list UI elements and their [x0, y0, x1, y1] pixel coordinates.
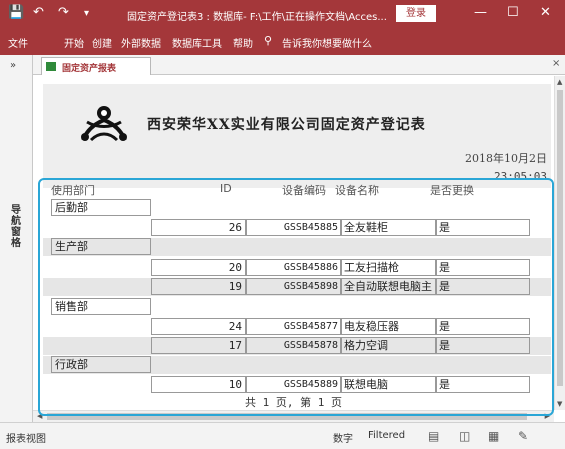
close-document-icon[interactable]: × — [552, 58, 560, 69]
filter-indicator: Filtered — [368, 430, 406, 441]
cell-name: 联想电脑 — [341, 376, 436, 393]
tab-external-data[interactable]: 外部数据 — [121, 35, 161, 50]
table-row: 10 GSSB45889 联想电脑 是 — [43, 376, 551, 394]
maximize-icon[interactable]: ☐ — [507, 5, 519, 20]
table-row: 17 GSSB45878 格力空调 是 — [43, 337, 551, 355]
cell-code: GSSB45889 — [246, 376, 341, 393]
table-row: 19 GSSB45898 全自动联想电脑主 是 — [43, 278, 551, 296]
table-row: 26 GSSB45885 全友鞋柜 是 — [43, 219, 551, 237]
cell-code: GSSB45877 — [246, 318, 341, 335]
vertical-scrollbar[interactable]: ▲ ▼ — [554, 76, 565, 410]
column-headers: 使用部门 ID 设备编码 设备名称 是否更换 — [33, 180, 554, 198]
numlock-indicator: 数字 — [333, 434, 353, 445]
tab-database-tools[interactable]: 数据库工具 — [172, 35, 222, 50]
cell-id: 24 — [151, 318, 246, 335]
cell-replace: 是 — [436, 376, 530, 393]
report-header: 西安荣华XX实业有限公司固定资产登记表 2018年10月2日 23:05:03 — [43, 84, 551, 188]
cell-replace: 是 — [436, 278, 530, 295]
report-tab-label: 固定资产报表 — [62, 64, 117, 74]
group-header: 后勤部 — [43, 199, 551, 217]
cell-name: 电友稳压器 — [341, 318, 436, 335]
navigation-pane: » 导航窗格 — [0, 55, 33, 422]
tab-help[interactable]: 帮助 — [233, 35, 253, 50]
cell-name: 全自动联想电脑主 — [341, 278, 436, 295]
column-header-id: ID — [220, 182, 232, 195]
window-title: 固定资产登记表3 : 数据库- F:\工作\正在操作文档\Acces... — [127, 12, 387, 23]
column-header-name: 设备名称 — [335, 184, 379, 197]
table-row: 20 GSSB45886 工友扫描枪 是 — [43, 259, 551, 277]
minimize-icon[interactable]: — — [474, 5, 487, 20]
cell-replace: 是 — [436, 259, 530, 276]
customize-quick-access-icon[interactable]: ▾ — [84, 8, 89, 19]
report-title: 西安荣华XX实业有限公司固定资产登记表 — [147, 117, 426, 133]
cell-id: 20 — [151, 259, 246, 276]
group-dept-label: 行政部 — [51, 356, 151, 373]
tell-me-input[interactable]: 告诉我你想要做什么 — [282, 35, 372, 50]
group-header: 生产部 — [43, 238, 551, 256]
column-header-dept: 使用部门 — [51, 184, 95, 197]
cell-id: 10 — [151, 376, 246, 393]
tab-create[interactable]: 创建 — [92, 35, 112, 50]
scroll-thumb[interactable] — [47, 413, 527, 420]
column-header-code: 设备编码 — [282, 184, 326, 197]
cell-id: 26 — [151, 219, 246, 236]
status-bar: 报表视图 数字 Filtered ▤ ◫ ▦ ✎ — [0, 422, 565, 449]
document-tabs: 固定资产报表 × — [33, 55, 565, 75]
cell-code: GSSB45898 — [246, 278, 341, 295]
navigation-pane-label[interactable]: 导航窗格 — [11, 205, 23, 249]
ribbon-tabs: 文件 开始 创建 外部数据 数据库工具 帮助 ⚲ 告诉我你想要做什么 — [0, 28, 565, 55]
report-date: 2018年10月2日 — [465, 152, 547, 165]
cell-replace: 是 — [436, 219, 530, 236]
search-icon[interactable]: ⚲ — [264, 34, 272, 47]
scroll-down-icon[interactable]: ▼ — [557, 400, 562, 408]
tab-report[interactable]: 固定资产报表 — [41, 57, 151, 75]
tab-file[interactable]: 文件 — [8, 35, 28, 50]
scroll-up-icon[interactable]: ▲ — [557, 78, 562, 86]
page-footer: 共 1 页, 第 1 页 — [245, 396, 342, 409]
cell-code: GSSB45885 — [246, 219, 341, 236]
cell-replace: 是 — [436, 318, 530, 335]
close-icon[interactable]: ✕ — [540, 5, 551, 20]
report-view: 西安荣华XX实业有限公司固定资产登记表 2018年10月2日 23:05:03 … — [33, 76, 554, 410]
title-bar: 💾 ↶ ↷ ▾ 固定资产登记表3 : 数据库- F:\工作\正在操作文档\Acc… — [0, 0, 565, 28]
group-header: 行政部 — [43, 356, 551, 374]
group-dept-label: 生产部 — [51, 238, 151, 255]
cell-code: GSSB45886 — [246, 259, 341, 276]
company-logo-icon — [81, 106, 127, 142]
print-preview-icon[interactable]: ◫ — [459, 429, 470, 443]
horizontal-scrollbar[interactable]: ◀ ▶ — [33, 410, 554, 422]
report-icon — [46, 62, 56, 71]
cell-name: 全友鞋柜 — [341, 219, 436, 236]
scroll-right-icon[interactable]: ▶ — [545, 412, 550, 420]
cell-id: 17 — [151, 337, 246, 354]
layout-view-icon[interactable]: ▦ — [488, 429, 499, 443]
view-mode-label: 报表视图 — [6, 434, 46, 445]
group-dept-label: 后勤部 — [51, 199, 151, 216]
design-view-icon[interactable]: ✎ — [518, 429, 528, 443]
login-button[interactable]: 登录 — [396, 5, 436, 22]
save-icon[interactable]: 💾 — [8, 5, 24, 20]
undo-icon[interactable]: ↶ — [33, 5, 44, 20]
redo-icon[interactable]: ↷ — [58, 5, 69, 20]
scroll-thumb[interactable] — [557, 90, 563, 386]
cell-id: 19 — [151, 278, 246, 295]
group-header: 销售部 — [43, 298, 551, 316]
tab-home[interactable]: 开始 — [64, 35, 84, 50]
cell-name: 格力空调 — [341, 337, 436, 354]
column-header-replace: 是否更换 — [430, 184, 474, 197]
scroll-left-icon[interactable]: ◀ — [37, 412, 42, 420]
cell-name: 工友扫描枪 — [341, 259, 436, 276]
group-dept-label: 销售部 — [51, 298, 151, 315]
cell-replace: 是 — [436, 337, 530, 354]
table-row: 24 GSSB45877 电友稳压器 是 — [43, 318, 551, 336]
report-view-icon[interactable]: ▤ — [428, 429, 439, 443]
cell-code: GSSB45878 — [246, 337, 341, 354]
expand-nav-icon[interactable]: » — [10, 60, 16, 71]
